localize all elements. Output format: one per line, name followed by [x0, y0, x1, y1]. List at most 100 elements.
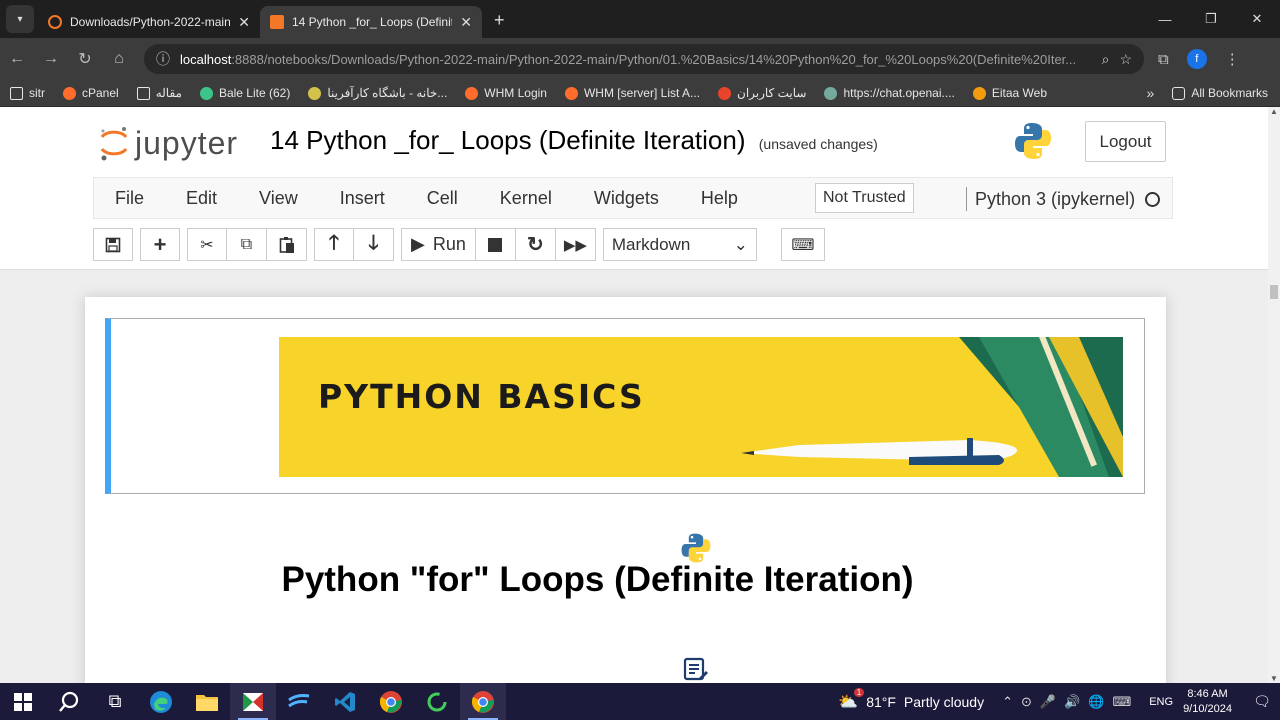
browser-menu-icon[interactable]: ⋮	[1225, 50, 1240, 68]
minimize-icon[interactable]: ―	[1142, 0, 1188, 38]
chrome-active-icon[interactable]	[460, 683, 506, 720]
tab-search-button[interactable]: ▾	[6, 5, 34, 33]
jupyter-wordmark: jupyter	[135, 124, 239, 161]
move-up-icon[interactable]: 🡑	[314, 228, 354, 261]
windows-start-icon[interactable]	[0, 683, 46, 720]
home-icon[interactable]: ⌂	[102, 50, 136, 68]
weather-icon: ⛅ 1	[838, 687, 865, 712]
more-bookmarks-icon[interactable]: »	[1147, 85, 1155, 101]
menu-file[interactable]: File	[94, 188, 165, 209]
forward-icon[interactable]: →	[34, 50, 68, 68]
microphone-icon[interactable]: 🎤	[1040, 694, 1056, 710]
bookmark-item[interactable]: cPanel	[63, 86, 119, 100]
search-icon[interactable]	[46, 683, 92, 720]
url-field[interactable]: ⓘ localhost:8888/notebooks/Downloads/Pyt…	[144, 44, 1144, 74]
close-tab-icon[interactable]: ✕	[238, 14, 250, 31]
weather-badge: 1	[853, 687, 865, 697]
vscode-icon[interactable]	[322, 683, 368, 720]
keyboard-icon[interactable]: ⌨	[780, 228, 825, 261]
cut-icon[interactable]: ✂	[187, 228, 227, 261]
paste-icon[interactable]	[267, 228, 307, 261]
notebook-heading: Python "for" Loops (Definite Iteration)	[281, 560, 914, 599]
bookmark-item[interactable]: مقاله	[136, 86, 182, 100]
all-bookmarks-button[interactable]: All Bookmarks	[1172, 86, 1268, 100]
bookmark-label: sitr	[29, 86, 45, 100]
new-tab-icon[interactable]: +	[494, 10, 505, 31]
bookmark-item[interactable]: WHM Login	[465, 86, 547, 100]
kernel-name[interactable]: Python 3 (ipykernel)	[975, 189, 1135, 210]
weather-widget[interactable]: ⛅ 1 81°F Partly cloudy	[838, 687, 984, 712]
selected-markdown-cell[interactable]: PYTHON BASICS	[105, 318, 1145, 494]
menu-view[interactable]: View	[238, 188, 319, 209]
volume-icon[interactable]: 🔊	[1064, 694, 1080, 710]
save-icon[interactable]	[93, 228, 133, 261]
network-icon[interactable]: 🌐	[1088, 694, 1104, 710]
excel-like-app-icon[interactable]	[230, 683, 276, 720]
scroll-up-icon[interactable]: ▲	[1268, 107, 1280, 116]
close-window-icon[interactable]: ✕	[1234, 0, 1280, 38]
file-explorer-icon[interactable]	[184, 683, 230, 720]
cpanel-icon	[564, 86, 578, 100]
folder-icon	[1172, 86, 1186, 100]
bookmark-item[interactable]: WHM [server] List A...	[564, 86, 700, 100]
ring-app-icon[interactable]	[414, 683, 460, 720]
menu-insert[interactable]: Insert	[319, 188, 406, 209]
extensions-icon[interactable]: ⧉	[1158, 51, 1169, 68]
jupyter-logo[interactable]: jupyter	[99, 123, 238, 163]
bookmark-item[interactable]: https://chat.openai....	[824, 86, 955, 100]
notebook-title-text[interactable]: 14 Python _for_ Loops (Definite Iteratio…	[270, 125, 746, 155]
logout-button[interactable]: Logout	[1085, 121, 1166, 162]
task-view-icon[interactable]: ⧉	[92, 683, 138, 720]
bookmark-label: WHM [server] List A...	[583, 86, 700, 100]
zoom-icon[interactable]: ⌕	[1102, 51, 1110, 68]
windows-taskbar: ⧉ ⛅ 1 81°F Partly cloudy ⌃ ⊙ 🎤 🔊 🌐 ⌨ ENG…	[0, 683, 1280, 720]
chrome-icon[interactable]	[368, 683, 414, 720]
show-hidden-icons-icon[interactable]: ⌃	[1002, 694, 1013, 710]
menu-widgets[interactable]: Widgets	[573, 188, 680, 209]
trust-indicator[interactable]: Not Trusted	[815, 183, 914, 213]
scroll-down-icon[interactable]: ▼	[1268, 674, 1280, 683]
tray-app-icon[interactable]: ⊙	[1021, 694, 1032, 710]
browser-tab-notebook[interactable]: 14 Python _for_ Loops (Definite ✕	[260, 6, 482, 38]
restart-icon[interactable]: ↻	[515, 228, 556, 261]
bookmark-item[interactable]: سایت کاربران	[718, 86, 806, 100]
scrollbar-thumb[interactable]	[1270, 285, 1278, 299]
menu-edit[interactable]: Edit	[165, 188, 238, 209]
stop-icon[interactable]	[475, 228, 516, 261]
browser-tab-downloads[interactable]: Downloads/Python-2022-main/ ✕	[38, 6, 260, 38]
bookmark-star-icon[interactable]: ☆	[1119, 51, 1132, 68]
close-tab-icon[interactable]: ✕	[460, 14, 472, 31]
profile-avatar[interactable]: f	[1186, 49, 1207, 69]
copy-icon[interactable]: ⧉	[227, 228, 267, 261]
insert-cell-icon[interactable]: +	[140, 228, 180, 261]
bookmark-label: مقاله	[155, 86, 182, 100]
python-basics-banner: PYTHON BASICS	[279, 337, 1123, 477]
fast-forward-icon[interactable]: ▶▶	[555, 228, 596, 261]
move-down-icon[interactable]: 🡓	[354, 228, 394, 261]
bookmark-item[interactable]: sitr	[10, 86, 45, 100]
run-button[interactable]: ▶ Run	[401, 228, 476, 261]
clock[interactable]: 8:46 AM 9/10/2024	[1183, 687, 1232, 717]
bookmark-item[interactable]: Eitaa Web	[972, 86, 1047, 100]
bookmark-item[interactable]: Bale Lite (62)	[199, 86, 290, 100]
reload-icon[interactable]: ↻	[68, 49, 102, 69]
menu-help[interactable]: Help	[680, 188, 759, 209]
all-bookmarks-label: All Bookmarks	[1191, 86, 1268, 100]
keyboard-layout-icon[interactable]: ⌨	[1112, 694, 1131, 710]
maximize-icon[interactable]: ❐	[1188, 0, 1234, 38]
edge-icon[interactable]	[138, 683, 184, 720]
bookmark-item[interactable]: خانه - باشگاه کارآفرینا...	[308, 86, 447, 100]
folder-icon	[136, 86, 150, 100]
notebook-title[interactable]: 14 Python _for_ Loops (Definite Iteratio…	[270, 125, 878, 156]
back-icon[interactable]: ←	[0, 50, 34, 68]
jupyter-header: jupyter 14 Python _for_ Loops (Definite …	[0, 107, 1268, 177]
cell-type-select[interactable]: Markdown ⌄	[602, 228, 757, 261]
site-info-icon[interactable]: ⓘ	[156, 49, 170, 69]
play-icon: ▶	[411, 234, 425, 254]
menu-cell[interactable]: Cell	[406, 188, 479, 209]
page-scrollbar[interactable]: ▲ ▼	[1268, 107, 1280, 683]
language-indicator[interactable]: ENG	[1149, 696, 1173, 708]
notifications-icon[interactable]: 🗨	[1244, 693, 1280, 710]
menu-kernel[interactable]: Kernel	[479, 188, 573, 209]
app-wave-icon[interactable]	[276, 683, 322, 720]
